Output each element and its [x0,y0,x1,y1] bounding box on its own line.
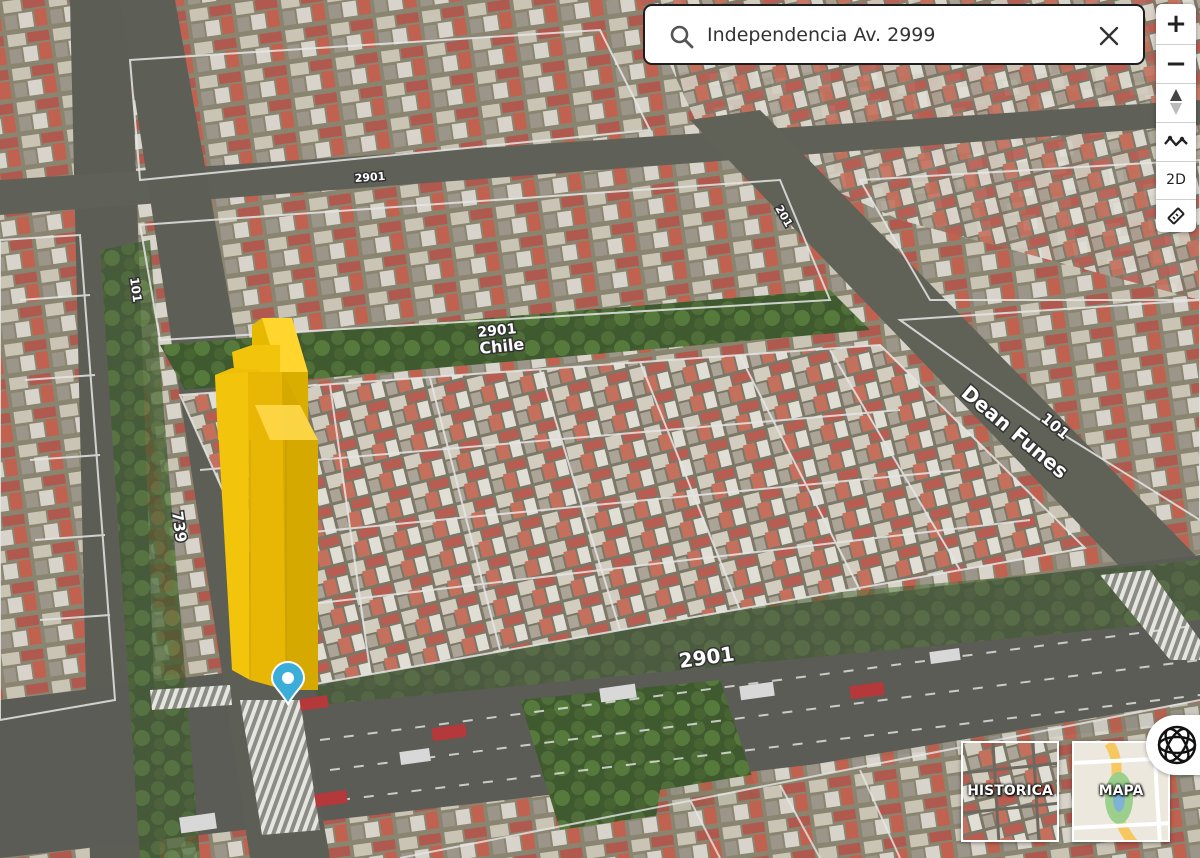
elevation-profile-icon [1164,135,1188,147]
measure-button[interactable] [1156,200,1196,232]
compass-icon [1170,89,1182,115]
compass-button[interactable] [1156,84,1196,120]
close-icon [1099,26,1119,46]
app-logo-icon [1157,725,1197,765]
layer-historic-button[interactable]: HISTORICA [961,741,1059,842]
clear-search-button[interactable] [1097,24,1121,48]
zoom-in-button[interactable]: + [1156,4,1196,44]
search-input[interactable] [707,18,1087,52]
search-box [643,4,1145,65]
elevation-profile-button[interactable] [1156,123,1196,161]
layer-historic-label: HISTORICA [967,783,1053,799]
map-controls: + − 2D [1156,4,1196,232]
highlighted-building[interactable] [215,318,318,690]
measure-icon [1167,207,1185,225]
app-logo[interactable] [1146,715,1200,775]
search-icon [670,25,694,49]
map-3d-view[interactable]: 2901 Chile Dean Funes 101 2901 739 101 2… [0,0,1200,858]
view-mode-2d-button[interactable]: 2D [1156,162,1196,198]
layer-map-label: MAPA [1098,783,1144,799]
zoom-out-button[interactable]: − [1156,45,1196,83]
street-number-top: 2901 [354,170,385,185]
